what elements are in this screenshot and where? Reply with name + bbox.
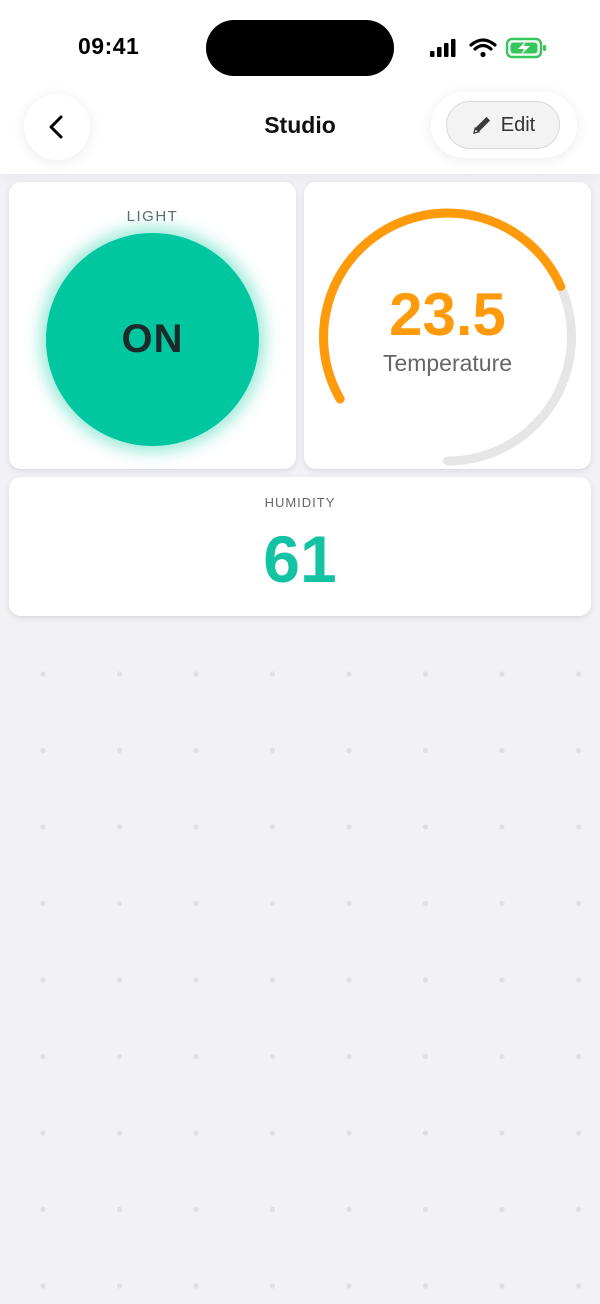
grid-dot [193, 747, 199, 754]
grid-dot [346, 977, 352, 983]
grid-dot [422, 977, 429, 983]
temperature-widget: 23.5 Temperature [304, 182, 591, 469]
grid-dot [346, 1130, 352, 1136]
grid-dot [116, 900, 123, 907]
header: Studio Edit [0, 80, 600, 174]
grid-dot [269, 671, 276, 677]
grid-dot [422, 1206, 429, 1213]
grid-dot [575, 1053, 582, 1060]
grid-dot [346, 747, 352, 754]
grid-dot [575, 1130, 582, 1136]
grid-dot [40, 671, 46, 677]
grid-dot [269, 747, 276, 754]
grid-dot [269, 900, 276, 907]
grid-dot [575, 900, 582, 907]
light-toggle-button[interactable]: ON [46, 233, 259, 446]
grid-dot [346, 1283, 352, 1289]
status-icons [430, 37, 546, 59]
grid-dot [269, 1130, 276, 1136]
grid-dot [40, 747, 46, 754]
grid-dot [575, 747, 582, 754]
grid-dot [40, 1130, 46, 1136]
grid-dot [193, 1053, 199, 1060]
humidity-title: HUMIDITY [264, 495, 336, 510]
grid-dot [346, 824, 352, 830]
grid-dot [422, 1053, 429, 1060]
status-bar: 09:41 [0, 0, 600, 80]
grid-dot [422, 900, 429, 907]
battery-charging-icon [505, 37, 546, 59]
temperature-label: Temperature [382, 350, 513, 376]
grid-dot [269, 824, 276, 830]
grid-dot [116, 1206, 123, 1213]
grid-dot [269, 1283, 276, 1289]
grid-dot [499, 1130, 505, 1136]
signal-icon [430, 39, 456, 57]
grid-dot [40, 900, 46, 907]
grid-dot [422, 1283, 429, 1289]
grid-dot [116, 824, 123, 830]
grid-dot [193, 671, 199, 677]
grid-dot [422, 671, 429, 677]
grid-dot [40, 977, 46, 983]
grid-dot [422, 1130, 429, 1136]
grid-dot [575, 671, 582, 677]
grid-dot [40, 1053, 46, 1060]
grid-background [40, 671, 582, 1289]
grid-dot [269, 1206, 276, 1213]
grid-dot [575, 824, 582, 830]
edit-button-container: Edit [431, 92, 577, 158]
grid-dot [269, 977, 276, 983]
status-time: 09:41 [78, 33, 140, 59]
grid-dot [499, 1283, 505, 1289]
grid-dot [499, 977, 505, 983]
grid-dot [116, 977, 123, 983]
grid-dot [422, 747, 429, 754]
grid-dot [193, 1283, 199, 1289]
grid-dot [193, 824, 199, 830]
wifi-icon [469, 38, 497, 58]
pencil-icon [472, 116, 490, 134]
light-widget: LIGHT ON [9, 182, 296, 469]
grid-dot [499, 1206, 505, 1213]
grid-dot [116, 671, 123, 677]
grid-dot [575, 1206, 582, 1213]
grid-dot [422, 824, 429, 830]
grid-dot [575, 1283, 582, 1289]
grid-dot [499, 900, 505, 907]
dynamic-island [206, 20, 394, 76]
grid-dot [193, 1206, 199, 1213]
grid-dot [499, 824, 505, 830]
grid-dot [40, 824, 46, 830]
grid-dot [40, 1206, 46, 1213]
grid-dot [269, 1053, 276, 1060]
grid-dot [499, 1053, 505, 1060]
grid-dot [499, 747, 505, 754]
grid-dot [346, 1053, 352, 1060]
grid-dot [193, 1130, 199, 1136]
grid-dot [116, 747, 123, 754]
humidity-value: 61 [263, 522, 337, 596]
grid-dot [499, 671, 505, 677]
light-title: LIGHT [126, 208, 179, 225]
grid-dot [346, 900, 352, 907]
edit-button[interactable]: Edit [446, 101, 560, 149]
grid-dot [116, 1053, 123, 1060]
grid-dot [193, 977, 199, 983]
grid-dot [116, 1130, 123, 1136]
grid-dot [575, 977, 582, 983]
edit-label: Edit [500, 113, 536, 136]
grid-dot [346, 1206, 352, 1213]
light-state: ON [121, 317, 184, 361]
humidity-widget: HUMIDITY 61 [9, 477, 591, 616]
grid-dot [346, 671, 352, 677]
grid-dot [40, 1283, 46, 1289]
grid-dot [116, 1283, 123, 1289]
temperature-value: 23.5 [389, 281, 506, 348]
grid-dot [193, 900, 199, 907]
